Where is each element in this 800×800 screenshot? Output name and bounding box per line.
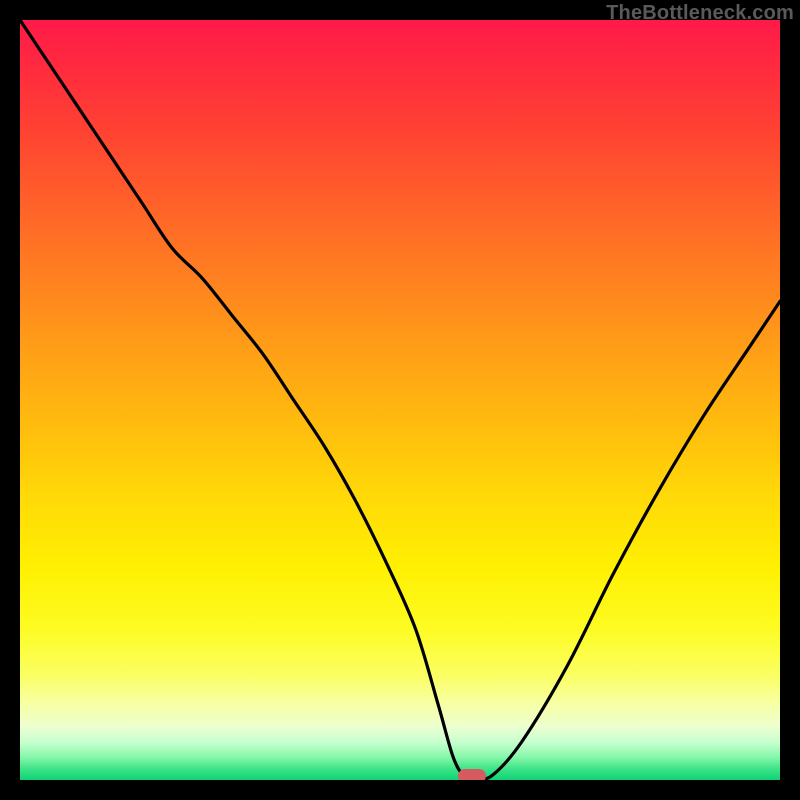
bottleneck-curve — [20, 20, 780, 780]
watermark-text: TheBottleneck.com — [606, 2, 794, 25]
chart-frame: TheBottleneck.com — [0, 0, 800, 800]
optimal-point-marker — [458, 769, 486, 780]
plot-area — [20, 20, 780, 780]
